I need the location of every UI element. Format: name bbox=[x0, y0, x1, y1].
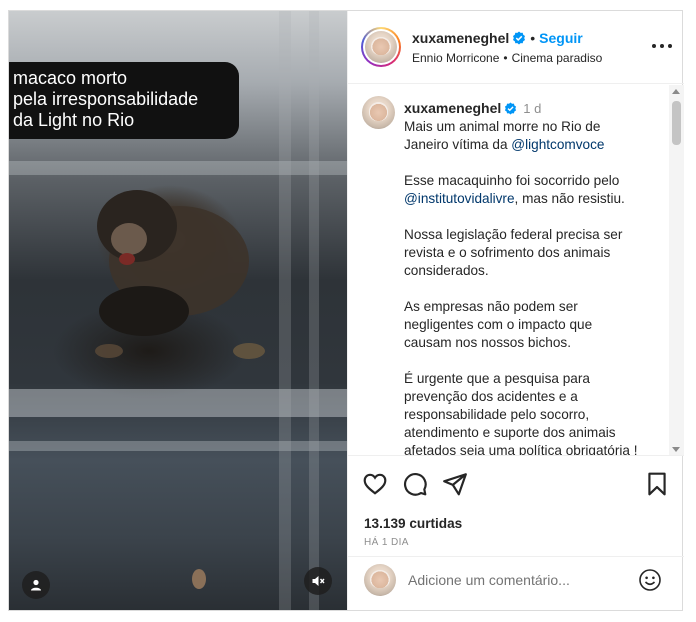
caption-segment: negligentes com o impacto que bbox=[404, 317, 593, 332]
caption-paragraph: É urgente que a pesquisa para prevenção d… bbox=[404, 370, 654, 456]
comments-section[interactable]: xuxameneghel 1 d Mais um animal morre no… bbox=[348, 85, 684, 456]
audio-artist: Ennio Morricone bbox=[412, 51, 500, 65]
caption-segment: Esse macaquinho foi socorrido pelo bbox=[404, 173, 620, 188]
caption-segment: afetados seja uma política obrigatória ! bbox=[404, 443, 638, 456]
caption-segment: atendimento e suporte dos animais bbox=[404, 425, 616, 440]
caption-segment: Nossa legislação federal precisa ser bbox=[404, 227, 623, 242]
caption-time[interactable]: 1 d bbox=[523, 101, 541, 116]
share-icon[interactable] bbox=[442, 471, 468, 497]
caption-paragraph: As empresas não podem ser negligentes com… bbox=[404, 298, 654, 352]
verified-badge-icon bbox=[505, 102, 517, 115]
media-overlay-caption: macaco morto pela irresponsabilidade da … bbox=[9, 62, 239, 139]
post-timestamp[interactable]: HÁ 1 DIA bbox=[364, 537, 409, 548]
post-header: xuxameneghel • Seguir Ennio Morricone • Cin… bbox=[348, 11, 684, 84]
cage-bar bbox=[9, 161, 347, 175]
caption-segment: É urgente que a pesquisa para bbox=[404, 371, 590, 386]
caption-line: causam nos nossos bichos. bbox=[404, 334, 654, 352]
caption-line: prevenção dos acidentes e a bbox=[404, 388, 654, 406]
avatar-image bbox=[365, 31, 397, 63]
avatar-image bbox=[364, 564, 396, 596]
caption-line: considerados. bbox=[404, 262, 654, 280]
scrollbar[interactable] bbox=[669, 85, 684, 455]
caption-paragraph: Esse macaquinho foi socorrido pelo @insti… bbox=[404, 172, 654, 208]
bookmark-icon[interactable] bbox=[644, 471, 670, 497]
mention-link[interactable]: @institutovidalivre bbox=[404, 191, 515, 206]
caption-line: atendimento e suporte dos animais bbox=[404, 424, 654, 442]
header-author-line: xuxameneghel • Seguir bbox=[412, 30, 583, 46]
post-details-panel: xuxameneghel • Seguir Ennio Morricone • Cin… bbox=[347, 11, 684, 610]
caption-line: Mais um animal morre no Rio de bbox=[404, 118, 654, 136]
mention-link[interactable]: @lightcomvoce bbox=[511, 137, 604, 152]
caption-line: @institutovidalivre, mas não resistiu. bbox=[404, 190, 654, 208]
author-avatar[interactable] bbox=[361, 27, 401, 67]
caption-line: As empresas não podem ser bbox=[404, 298, 654, 316]
audio-title: Cinema paradiso bbox=[511, 51, 603, 65]
caption-segment: prevenção dos acidentes e a bbox=[404, 389, 578, 404]
viewer-avatar bbox=[364, 564, 396, 596]
cage-bar bbox=[9, 441, 347, 451]
emoji-icon[interactable] bbox=[638, 568, 662, 592]
caption-segment: Janeiro vítima da bbox=[404, 137, 512, 152]
caption-line: É urgente que a pesquisa para bbox=[404, 370, 654, 388]
caption-text: Mais um animal morre no Rio de Janeiro ví… bbox=[404, 118, 654, 456]
caption-line: afetados seja uma política obrigatória ! bbox=[404, 442, 654, 456]
caption-username[interactable]: xuxameneghel bbox=[404, 100, 501, 116]
post-media[interactable]: macaco morto pela irresponsabilidade da … bbox=[9, 11, 347, 610]
caption-line: Nossa legislação federal precisa ser bbox=[404, 226, 654, 244]
caption-segment: responsabilidade pelo socorro, bbox=[404, 407, 590, 422]
caption-segment: , mas não resistiu. bbox=[514, 191, 625, 206]
caption-segment: As empresas não podem ser bbox=[404, 299, 578, 314]
caption-line: Janeiro vítima da @lightcomvoce bbox=[404, 136, 654, 154]
caption-line: responsabilidade pelo socorro, bbox=[404, 406, 654, 424]
caption-segment: considerados. bbox=[404, 263, 489, 278]
caption-line: negligentes com o impacto que bbox=[404, 316, 654, 334]
mute-button[interactable] bbox=[304, 567, 332, 595]
instagram-post: macaco morto pela irresponsabilidade da … bbox=[8, 10, 684, 611]
caption-header: xuxameneghel 1 d bbox=[404, 100, 541, 116]
follow-button[interactable]: Seguir bbox=[539, 30, 583, 46]
heart-icon[interactable] bbox=[362, 471, 388, 497]
add-comment-bar bbox=[348, 558, 684, 610]
caption-author-avatar[interactable] bbox=[362, 96, 395, 129]
verified-badge-icon bbox=[513, 31, 526, 45]
avatar-image bbox=[362, 96, 395, 129]
scrollbar-thumb[interactable] bbox=[672, 101, 681, 145]
caption-paragraph: Nossa legislação federal precisa ser revi… bbox=[404, 226, 654, 280]
separator-dot: • bbox=[530, 30, 536, 46]
comment-input[interactable] bbox=[408, 566, 618, 594]
audio-info[interactable]: Ennio Morricone • Cinema paradiso bbox=[412, 51, 602, 65]
separator-dot: • bbox=[503, 51, 508, 65]
cage-bar bbox=[279, 11, 291, 610]
more-options-icon[interactable] bbox=[652, 38, 672, 54]
caption-segment: Mais um animal morre no Rio de bbox=[404, 119, 601, 134]
overlay-line: da Light no Rio bbox=[13, 110, 135, 130]
caption-paragraph: Mais um animal morre no Rio de Janeiro ví… bbox=[404, 118, 654, 154]
caption-segment: causam nos nossos bichos. bbox=[404, 335, 571, 350]
user-icon bbox=[31, 579, 41, 591]
scroll-down-arrow[interactable] bbox=[672, 447, 680, 452]
overlay-line: pela irresponsabilidade bbox=[13, 89, 199, 109]
caption-line: revista e o sofrimento dos animais bbox=[404, 244, 654, 262]
cage-bar bbox=[309, 11, 319, 610]
caption-line: Esse macaquinho foi socorrido pelo bbox=[404, 172, 654, 190]
scroll-up-arrow[interactable] bbox=[672, 89, 680, 94]
likes-count[interactable]: 13.139 curtidas bbox=[364, 516, 462, 531]
post-actions: 13.139 curtidas HÁ 1 DIA bbox=[348, 457, 684, 557]
author-username[interactable]: xuxameneghel bbox=[412, 30, 509, 46]
caption-segment: revista e o sofrimento dos animais bbox=[404, 245, 611, 260]
cage-bar bbox=[9, 389, 347, 417]
tagged-users-button[interactable] bbox=[22, 571, 50, 599]
comment-icon[interactable] bbox=[402, 471, 428, 497]
overlay-line: macaco morto bbox=[13, 68, 128, 88]
speaker-muted-icon bbox=[312, 576, 325, 586]
